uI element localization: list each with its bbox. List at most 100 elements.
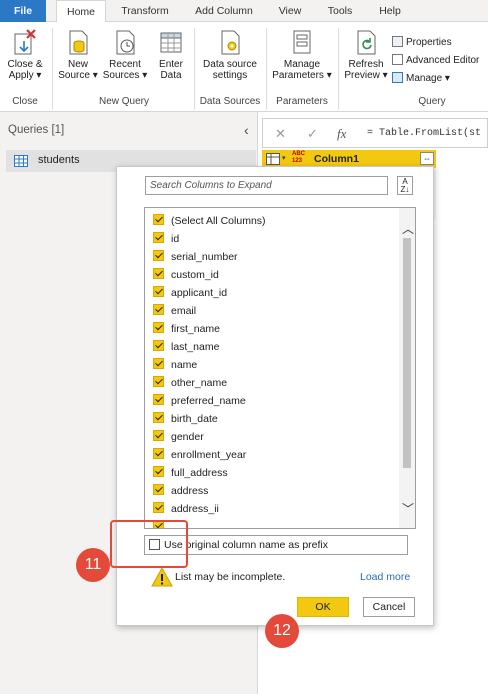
checkbox[interactable] — [153, 214, 164, 225]
ribbon-separator — [52, 28, 53, 110]
annotation-highlight-box — [110, 520, 188, 568]
list-item[interactable]: last_name — [153, 340, 219, 358]
cancel-button[interactable]: Cancel — [363, 597, 415, 617]
list-item[interactable]: enrollment_year — [153, 448, 246, 466]
checkbox[interactable] — [153, 232, 164, 243]
checkbox[interactable] — [153, 286, 164, 297]
ribbon: Close & Apply ▾ Close New Source ▾ Recen… — [0, 22, 488, 112]
group-query-label: Query — [418, 96, 446, 107]
ok-button[interactable]: OK — [297, 597, 349, 617]
ribbon-tabs: File Home Transform Add Column View Tool… — [0, 0, 488, 23]
new-source-button[interactable]: New Source ▾ — [58, 28, 98, 81]
parameters-icon — [293, 30, 311, 54]
load-more-link[interactable]: Load more — [360, 571, 410, 583]
cancel-formula-icon[interactable]: ✕ — [275, 126, 286, 142]
list-item[interactable]: gender — [153, 430, 204, 448]
group-parameters-label: Parameters — [276, 96, 328, 107]
chevron-up-icon[interactable]: ︿ — [402, 220, 414, 237]
data-source-settings-button[interactable]: Data source settings — [198, 28, 262, 81]
clock-file-icon — [116, 30, 135, 55]
list-item[interactable]: id — [153, 232, 179, 250]
query-item-label: students — [38, 154, 80, 166]
list-item[interactable]: preferred_name — [153, 394, 246, 412]
refresh-preview-button[interactable]: Refresh Preview ▾ — [342, 28, 390, 81]
checkbox[interactable] — [153, 358, 164, 369]
close-apply-icon — [14, 29, 36, 55]
formula-input[interactable]: = Table.FromList(st — [367, 128, 481, 139]
list-item[interactable]: full_address — [153, 466, 228, 484]
confirm-formula-icon[interactable]: ✓ — [307, 126, 318, 142]
checkbox[interactable] — [153, 448, 164, 459]
list-item[interactable]: address — [153, 484, 208, 502]
list-item[interactable]: address_ii — [153, 502, 219, 520]
manage-button[interactable]: Manage ▾ — [392, 72, 450, 86]
checkbox[interactable] — [153, 394, 164, 405]
database-icon — [69, 30, 88, 55]
properties-icon — [392, 36, 403, 47]
list-item[interactable]: serial_number — [153, 250, 238, 268]
table-icon — [266, 153, 280, 165]
scrollbar-thumb[interactable] — [403, 238, 411, 468]
tab-tools[interactable]: Tools — [318, 0, 362, 22]
list-item[interactable]: first_name — [153, 322, 220, 340]
ribbon-separator — [194, 28, 195, 110]
list-item[interactable]: other_name — [153, 376, 227, 394]
formula-bar: ✕ ✓ fx = Table.FromList(st — [262, 118, 488, 148]
checkbox[interactable] — [153, 304, 164, 315]
list-item[interactable]: email — [153, 304, 196, 322]
settings-file-icon — [221, 30, 240, 55]
list-item[interactable]: birth_date — [153, 412, 218, 430]
list-item[interactable]: name — [153, 358, 197, 376]
advanced-editor-icon — [392, 54, 403, 65]
checkbox[interactable] — [153, 250, 164, 261]
list-item[interactable]: applicant_id — [153, 286, 227, 304]
sort-az-button[interactable]: A Z↓ — [397, 176, 413, 195]
checkbox[interactable] — [153, 412, 164, 423]
checkbox[interactable] — [153, 340, 164, 351]
warning-icon — [151, 567, 173, 587]
checkbox[interactable] — [153, 466, 164, 477]
fx-icon[interactable]: fx — [337, 126, 346, 142]
table-icon — [160, 32, 182, 53]
manage-table-icon — [392, 72, 403, 83]
checkbox[interactable] — [153, 430, 164, 441]
manage-parameters-button[interactable]: Manage Parameters ▾ — [270, 28, 334, 81]
tab-view[interactable]: View — [270, 0, 310, 22]
recent-sources-button[interactable]: Recent Sources ▾ — [100, 28, 150, 81]
group-new-query-label: New Query — [98, 96, 149, 107]
chevron-down-icon[interactable]: ﹀ — [402, 500, 414, 517]
tab-help[interactable]: Help — [370, 0, 410, 22]
collapse-pane-button[interactable]: ‹ — [244, 122, 249, 138]
table-icon — [14, 155, 28, 167]
checkbox[interactable] — [153, 268, 164, 279]
ribbon-separator — [338, 28, 339, 110]
tab-home[interactable]: Home — [56, 0, 106, 23]
list-item[interactable]: custom_id — [153, 268, 219, 286]
checkbox[interactable] — [153, 376, 164, 387]
group-data-sources-label: Data Sources — [199, 96, 261, 107]
ribbon-separator — [266, 28, 267, 110]
list-scrollbar[interactable]: ︿ ﹀ — [399, 208, 415, 528]
checkbox[interactable] — [153, 322, 164, 333]
tab-transform[interactable]: Transform — [112, 0, 178, 22]
refresh-icon — [357, 30, 376, 55]
properties-button[interactable]: Properties — [392, 36, 452, 50]
annotation-badge-12: 12 — [265, 614, 299, 648]
annotation-badge-11: 11 — [76, 548, 110, 582]
columns-list: (Select All Columns) id serial_number cu… — [144, 207, 416, 529]
warning-text: List may be incomplete. — [175, 571, 286, 583]
data-type-icon[interactable]: ABC 123 — [292, 151, 305, 165]
list-item[interactable]: (Select All Columns) — [153, 214, 266, 232]
expand-icon[interactable]: ⇔ — [420, 152, 434, 165]
enter-data-button[interactable]: Enter Data — [152, 28, 190, 81]
checkbox[interactable] — [153, 484, 164, 495]
tab-add-column[interactable]: Add Column — [186, 0, 262, 22]
checkbox[interactable] — [153, 502, 164, 513]
advanced-editor-button[interactable]: Advanced Editor — [392, 54, 479, 68]
column-name: Column1 — [314, 153, 359, 165]
chevron-down-icon[interactable]: ▾ — [282, 154, 286, 162]
close-apply-button[interactable]: Close & Apply ▾ — [2, 28, 48, 81]
tab-file[interactable]: File — [0, 0, 46, 22]
group-close-label: Close — [12, 96, 38, 107]
search-columns-input[interactable]: Search Columns to Expand — [145, 176, 388, 195]
